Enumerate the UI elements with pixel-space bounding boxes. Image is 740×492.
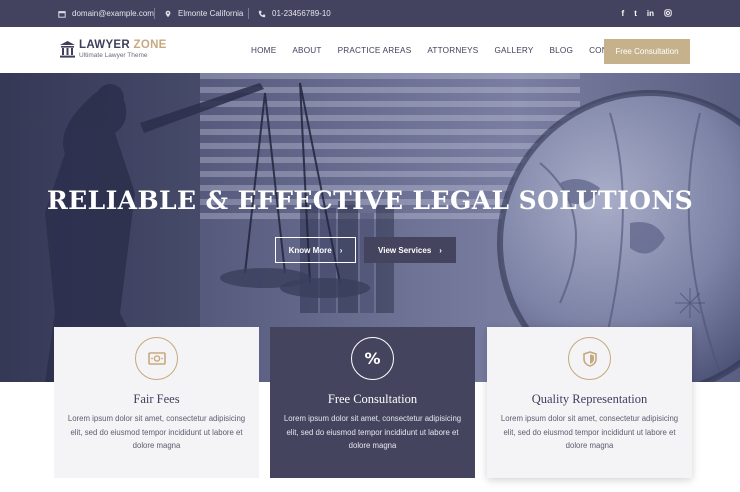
calendar-icon	[58, 10, 66, 18]
view-services-button[interactable]: View Services ›	[364, 237, 456, 263]
logo-accent: ZONE	[133, 39, 167, 51]
feature-card-free-consultation[interactable]: % Free Consultation Lorem ipsum dolor si…	[270, 327, 475, 478]
facebook-icon[interactable]: f	[622, 9, 625, 18]
feature-card-quality-representation[interactable]: Quality Representation Lorem ipsum dolor…	[487, 327, 692, 478]
view-services-label: View Services	[378, 245, 432, 255]
courthouse-icon	[60, 41, 75, 58]
site-logo[interactable]: LAWYER ZONE Ultimate Lawyer Theme	[60, 39, 167, 59]
map-pin-icon	[165, 10, 171, 17]
contact-location: Elmonte California	[164, 0, 243, 27]
phone-text: 01-23456789-10	[272, 9, 331, 18]
linkedin-icon[interactable]: in	[647, 9, 654, 18]
chevron-right-icon: ›	[439, 245, 442, 255]
percent-glyph: %	[364, 349, 381, 368]
social-links: f t in	[622, 0, 672, 27]
contact-email[interactable]: domain@example.com	[58, 0, 154, 27]
feature-description: Lorem ipsum dolor sit amet, consectetur …	[283, 414, 462, 450]
percent-icon: %	[351, 337, 394, 380]
know-more-label: Know More	[288, 245, 332, 255]
instagram-icon[interactable]	[664, 8, 672, 19]
nav-gallery[interactable]: GALLERY	[494, 46, 533, 55]
nav-about[interactable]: ABOUT	[292, 46, 321, 55]
phone-icon	[258, 10, 266, 17]
chevron-right-icon: ›	[339, 245, 343, 255]
nav-attorneys[interactable]: ATTORNEYS	[427, 46, 478, 55]
email-text: domain@example.com	[72, 9, 154, 18]
site-header: LAWYER ZONE Ultimate Lawyer Theme HOME A…	[0, 27, 740, 73]
shield-icon	[568, 337, 611, 380]
divider	[154, 8, 155, 19]
feature-title: Quality Representation	[531, 392, 648, 406]
nav-practice-areas[interactable]: PRACTICE AREAS	[338, 46, 412, 55]
feature-description: Lorem ipsum dolor sit amet, consectetur …	[67, 414, 246, 450]
main-nav: HOME ABOUT PRACTICE AREAS ATTORNEYS GALL…	[251, 27, 645, 73]
feature-title: Fair Fees	[133, 392, 180, 406]
feature-title: Free Consultation	[327, 392, 418, 406]
logo-tagline: Ultimate Lawyer Theme	[79, 51, 148, 59]
twitter-icon[interactable]: t	[634, 9, 637, 18]
contact-phone[interactable]: 01-23456789-10	[258, 0, 331, 27]
hero-title: RELIABLE & EFFECTIVE LEGAL SOLUTIONS	[46, 186, 694, 215]
nav-blog[interactable]: BLOG	[550, 46, 574, 55]
location-text: Elmonte California	[178, 9, 244, 18]
free-consultation-button[interactable]: Free Consultation	[604, 39, 690, 64]
know-more-button[interactable]: Know More ›	[275, 237, 356, 263]
top-bar: domain@example.com Elmonte California 01…	[0, 0, 740, 27]
feature-card-fair-fees[interactable]: Fair Fees Lorem ipsum dolor sit amet, co…	[54, 327, 259, 478]
logo-word: LAWYER	[79, 39, 130, 51]
feature-description: Lorem ipsum dolor sit amet, consectetur …	[500, 414, 679, 450]
logo-title: LAWYER ZONE	[79, 39, 167, 52]
divider	[248, 8, 249, 19]
money-icon	[135, 337, 178, 380]
nav-home[interactable]: HOME	[251, 46, 276, 55]
